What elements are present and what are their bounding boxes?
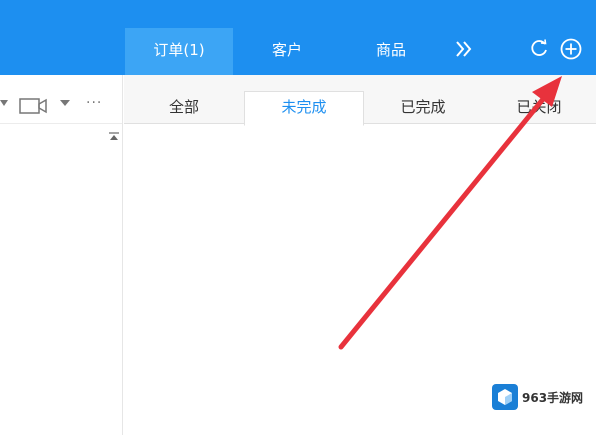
left-panel: ···	[0, 75, 123, 435]
subtab-closed[interactable]: 已关闭	[482, 92, 596, 123]
refresh-icon[interactable]	[529, 38, 549, 58]
subtab-all[interactable]: 全部	[124, 92, 244, 123]
site-watermark: 963手游网	[492, 384, 592, 412]
camera-dropdown-arrow-icon[interactable]	[60, 99, 70, 107]
top-header-bar: 订单(1) 客户 商品	[0, 0, 596, 75]
tab-orders[interactable]: 订单(1)	[125, 28, 233, 75]
add-circle-icon[interactable]	[560, 38, 582, 60]
left-toolbar: ···	[0, 75, 122, 140]
tab-products[interactable]: 商品	[339, 28, 443, 75]
scroll-up-arrow-icon[interactable]	[109, 132, 119, 141]
subtab-completed[interactable]: 已完成	[364, 92, 482, 123]
video-camera-icon[interactable]	[19, 97, 47, 115]
double-chevron-right-icon[interactable]	[452, 37, 476, 61]
more-options-icon[interactable]: ···	[86, 95, 108, 111]
dropdown-arrow-icon[interactable]	[0, 99, 8, 107]
tab-customers[interactable]: 客户	[235, 28, 339, 75]
watermark-logo-icon	[492, 384, 518, 410]
subtab-incomplete[interactable]: 未完成	[244, 91, 364, 126]
order-status-tabs: 全部 未完成 已完成 已关闭	[124, 75, 596, 126]
watermark-text: 963手游网	[522, 391, 584, 405]
